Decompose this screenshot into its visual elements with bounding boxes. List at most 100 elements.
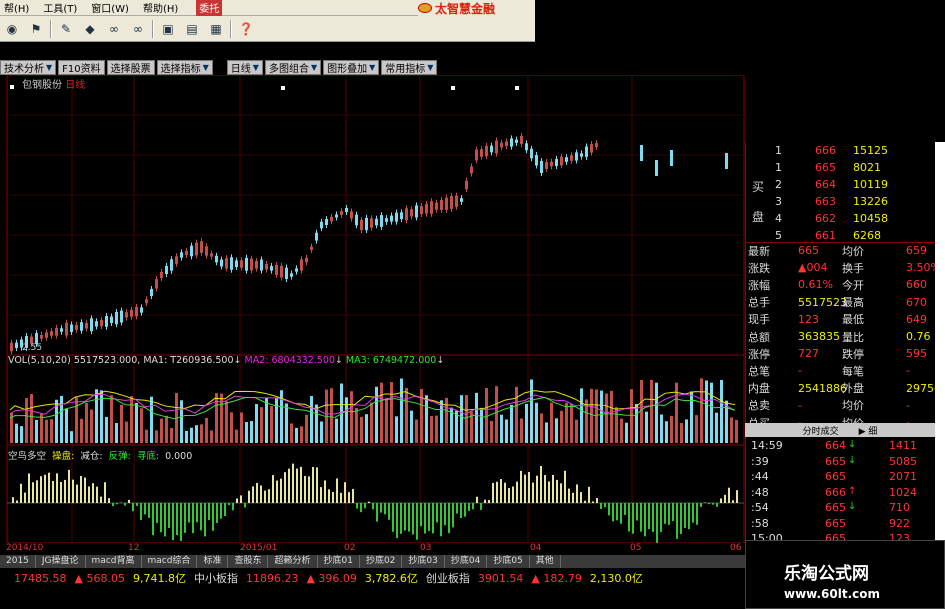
tab-item[interactable]: 抄底03 — [402, 555, 445, 568]
tab-item[interactable]: macd综合 — [142, 555, 198, 568]
func-select-stock[interactable]: 选择股票 — [106, 59, 155, 75]
indicator-bar — [376, 503, 378, 522]
detail-label: 细 — [868, 426, 878, 437]
grid-icon[interactable]: ▦ — [206, 20, 226, 38]
candle-body — [505, 141, 508, 147]
indicator-bar — [100, 496, 102, 503]
tick-price: 666 — [825, 485, 846, 499]
volume-bar — [315, 404, 318, 443]
volume-bar — [555, 418, 558, 443]
menu-item-help[interactable]: 帮助(H) — [143, 0, 178, 15]
volume-bar — [660, 414, 663, 443]
tab-item[interactable]: 超籁分析 — [268, 555, 318, 568]
indicator-bar — [672, 503, 674, 522]
status-index-amount: 2,130.0亿 — [589, 572, 643, 585]
volume-bar — [285, 403, 288, 443]
entrust-button[interactable]: 委托 — [196, 0, 223, 16]
marker — [451, 86, 455, 90]
buy-label: 盘 — [752, 210, 765, 224]
volume-bar — [655, 382, 658, 443]
func-overlay[interactable]: 图形叠加 ▼ — [323, 59, 380, 75]
binoculars-icon[interactable]: ◉ — [2, 20, 22, 38]
quote-key: 涨跌 — [748, 261, 770, 275]
candle-body — [110, 316, 113, 324]
indicator-bar — [28, 473, 30, 503]
volume-bar — [90, 409, 93, 443]
tab-item[interactable]: 抄底01 — [318, 555, 360, 568]
tab-item[interactable]: 查股东 — [228, 555, 269, 568]
func-multi-chart[interactable]: 多图组合 ▼ — [264, 59, 322, 75]
indicator-bar — [216, 503, 218, 523]
notes-icon[interactable]: ✎ — [56, 20, 76, 38]
tick-header[interactable]: 分时成交 ▶ 细 — [745, 423, 935, 437]
quote-row: 涨幅 0.61% 今开 660 — [746, 276, 936, 293]
func-f10[interactable]: F10资料 — [58, 59, 105, 75]
tab-item[interactable]: 2015 — [0, 555, 36, 568]
volume-bar — [580, 388, 583, 443]
candle-body — [585, 146, 588, 157]
quote-value: 659 — [906, 244, 927, 257]
volume-bar — [160, 418, 163, 443]
tab-item[interactable]: 其他 — [530, 555, 561, 568]
volume-bar — [355, 407, 358, 443]
volume-bar — [320, 421, 323, 443]
indicator-bar — [204, 503, 206, 537]
status-index-value: 11896.23 — [245, 571, 299, 585]
quote-value: 670 — [906, 295, 927, 309]
indicator-value: 0.000 — [165, 451, 193, 462]
volume-bar — [410, 410, 413, 443]
tab-item[interactable]: 抄底04 — [445, 555, 488, 568]
volume-bar — [715, 412, 718, 443]
volume-bar — [75, 397, 78, 443]
flag-icon[interactable]: ⚑ — [26, 20, 46, 38]
indicator-bar — [372, 503, 374, 510]
diamond-icon[interactable]: ◆ — [80, 20, 100, 38]
volume-bar — [735, 419, 738, 443]
indicator-bar — [584, 500, 586, 503]
volume-bar — [40, 413, 43, 443]
tile-icon[interactable]: ▤ — [182, 20, 202, 38]
chart-title: 包钢股份 日线 — [22, 76, 85, 91]
quote-key: 量比 — [842, 330, 864, 344]
help-pointer-icon[interactable]: ❓ — [236, 20, 256, 38]
tab-item[interactable]: 标准 — [197, 555, 229, 568]
tab-item[interactable]: 抄底05 — [487, 555, 530, 568]
indicator-bar — [604, 503, 606, 508]
tab-item[interactable]: JG操盘论 — [36, 555, 86, 568]
func-common-indicator[interactable]: 常用指标 ▼ — [381, 59, 438, 75]
link-icon[interactable]: ∞ — [104, 20, 124, 38]
indicator-bar — [468, 503, 470, 511]
candle-body — [445, 197, 448, 210]
indicator-bar — [528, 472, 530, 503]
volume-bar — [480, 407, 483, 443]
brand-icon — [418, 3, 432, 13]
indicator-bar — [144, 503, 146, 515]
candle-body — [330, 216, 333, 222]
func-select-indicator[interactable]: 选择指标 ▼ — [156, 59, 213, 75]
menu-item-tools[interactable]: 工具(T) — [43, 0, 77, 15]
tick-time: :54 — [751, 501, 769, 514]
volume-bar — [205, 417, 208, 443]
menu-item-help-prefix[interactable]: 帮(H) — [4, 0, 29, 15]
tab-item[interactable]: macd背离 — [86, 555, 142, 568]
volume-bar — [215, 393, 218, 443]
indicator-bar — [252, 486, 254, 503]
window-icon[interactable]: ▣ — [158, 20, 178, 38]
indicator-bar — [736, 490, 738, 503]
tab-item[interactable]: 抄底02 — [360, 555, 403, 568]
func-tech-analysis[interactable]: 技术分析 ▼ — [0, 59, 57, 75]
volume-header: VOL(5,10,20) 5517523.000, MA1: T260936.5… — [8, 355, 445, 366]
kline-chart[interactable] — [0, 75, 745, 555]
chain-icon[interactable]: ∞ — [128, 20, 148, 38]
indicator-bar — [280, 478, 282, 503]
indicator-bar — [452, 503, 454, 528]
candle-body — [525, 143, 528, 151]
volume-bar — [610, 390, 613, 443]
candle-body — [320, 221, 323, 229]
menu-item-window[interactable]: 窗口(W) — [91, 0, 129, 15]
date-label: 03 — [420, 543, 432, 553]
candle-body — [420, 206, 423, 214]
func-period[interactable]: 日线 ▼ — [226, 59, 263, 75]
order-book-row: 4 662 10458 — [775, 212, 888, 225]
volume-bar — [415, 419, 418, 443]
